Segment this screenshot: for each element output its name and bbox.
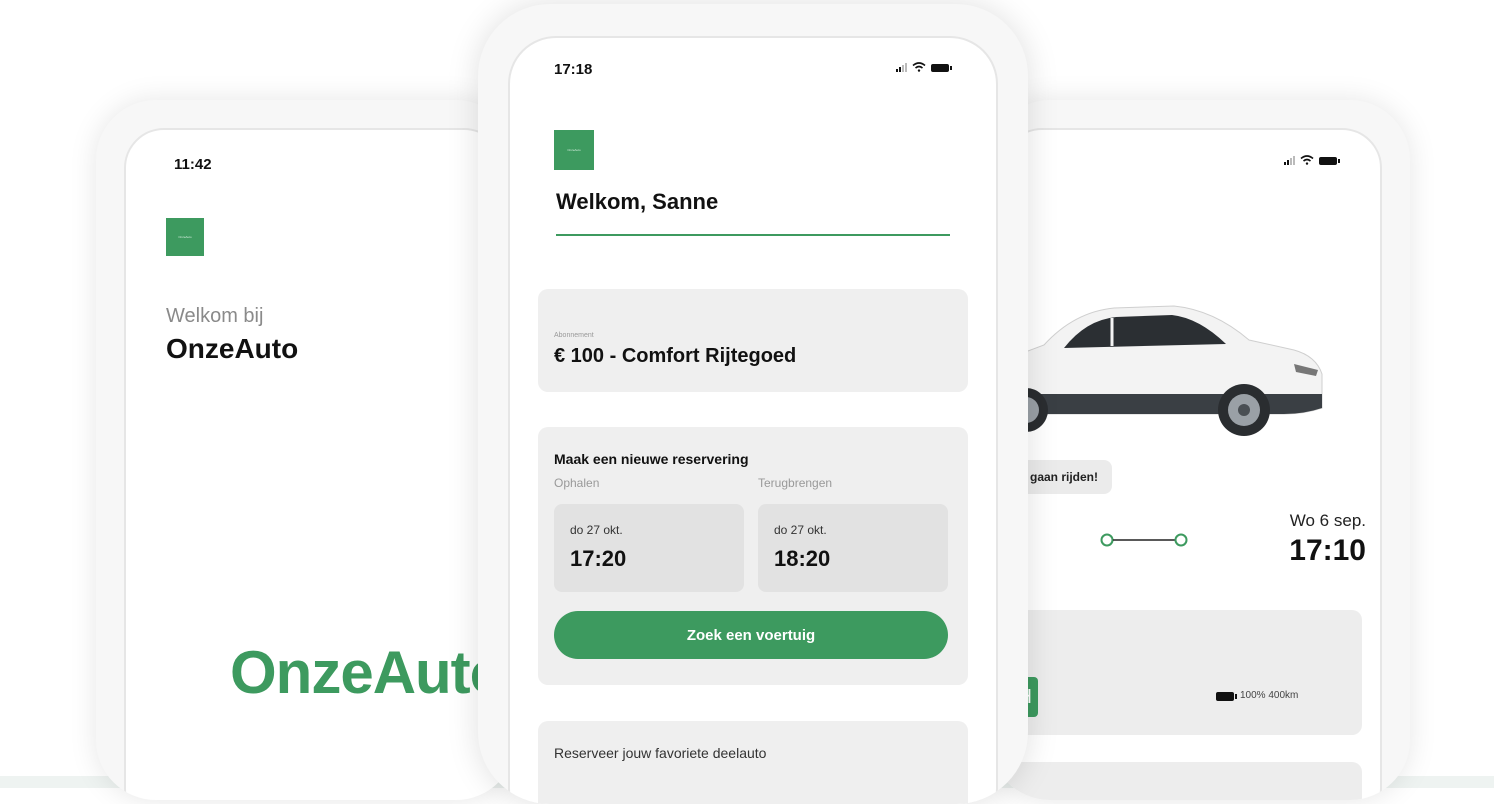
next-card[interactable]	[1004, 762, 1362, 800]
greeting-title: Welkom, Sanne	[556, 189, 719, 214]
return-time: 17:10	[1289, 534, 1366, 567]
battery-icon	[1319, 157, 1340, 165]
status-time: 17:18	[554, 61, 593, 78]
reservation-title: Maak een nieuwe reservering	[554, 451, 749, 467]
car-image	[1004, 305, 1323, 436]
status-icons	[1284, 155, 1340, 165]
app-logo-icon: OnzeAuto	[554, 130, 594, 170]
wifi-icon	[912, 62, 926, 72]
vehicle-card[interactable]: a KH 100% 400km	[1004, 610, 1362, 735]
battery-range: 100% 400km	[1240, 690, 1299, 701]
pickup-time: 17:20	[570, 546, 627, 571]
status-icons	[896, 62, 952, 72]
phone-center: 17:18 OnzeAuto Welkom, Sanne Abonnement …	[478, 4, 1028, 804]
subscription-value: € 100 - Comfort Rijtegoed	[554, 345, 797, 367]
greeting-underline	[556, 234, 950, 236]
phone-center-screen: 17:18 OnzeAuto Welkom, Sanne Abonnement …	[508, 36, 998, 804]
route-connector-icon	[1100, 533, 1188, 547]
greeting-chip: gaan rijden!	[1016, 460, 1113, 494]
phone-left-screen: 11:42 OnzeAuto Welkom bij OnzeAuto OnzeA…	[124, 128, 504, 800]
search-vehicle-button[interactable]: Zoek een voertuig	[554, 611, 948, 659]
subscription-card[interactable]: Abonnement € 100 - Comfort Rijtegoed	[538, 289, 968, 392]
return-date: Wo 6 sep.	[1289, 511, 1366, 530]
phone-right: gaan rijden! Wo 6 sep. 17:10 a KH 100% 4…	[990, 100, 1410, 800]
reservation-card: Maak een nieuwe reservering Ophalen Teru…	[538, 427, 968, 685]
subscription-label: Abonnement	[554, 332, 594, 339]
return-label: Terugbrengen	[758, 476, 833, 490]
phone-left: 11:42 OnzeAuto Welkom bij OnzeAuto OnzeA…	[96, 100, 516, 800]
welcome-title: OnzeAuto	[166, 333, 299, 364]
battery-level-icon	[1216, 692, 1237, 701]
wifi-icon	[1300, 155, 1314, 165]
status-time: 11:42	[174, 156, 212, 173]
pickup-datetime-field[interactable]: do 27 okt. 17:20	[554, 504, 744, 592]
battery-icon	[931, 64, 952, 72]
return-datetime-field[interactable]: do 27 okt. 18:20	[758, 504, 948, 592]
favorites-card[interactable]: Reserveer jouw favoriete deelauto	[538, 721, 968, 804]
welcome-subtitle: Welkom bij	[166, 305, 264, 327]
return-time: 18:20	[774, 546, 831, 571]
signal-icon	[1284, 156, 1295, 165]
app-logo-icon: OnzeAuto	[166, 218, 204, 256]
favorites-title: Reserveer jouw favoriete deelauto	[554, 745, 767, 761]
pickup-date: do 27 okt.	[570, 523, 623, 537]
return-date: do 27 okt.	[774, 523, 827, 537]
brand-wordmark: OnzeAuto	[230, 639, 504, 706]
phone-right-screen: gaan rijden! Wo 6 sep. 17:10 a KH 100% 4…	[1002, 128, 1382, 800]
pickup-label: Ophalen	[554, 476, 600, 490]
signal-icon	[896, 63, 907, 72]
